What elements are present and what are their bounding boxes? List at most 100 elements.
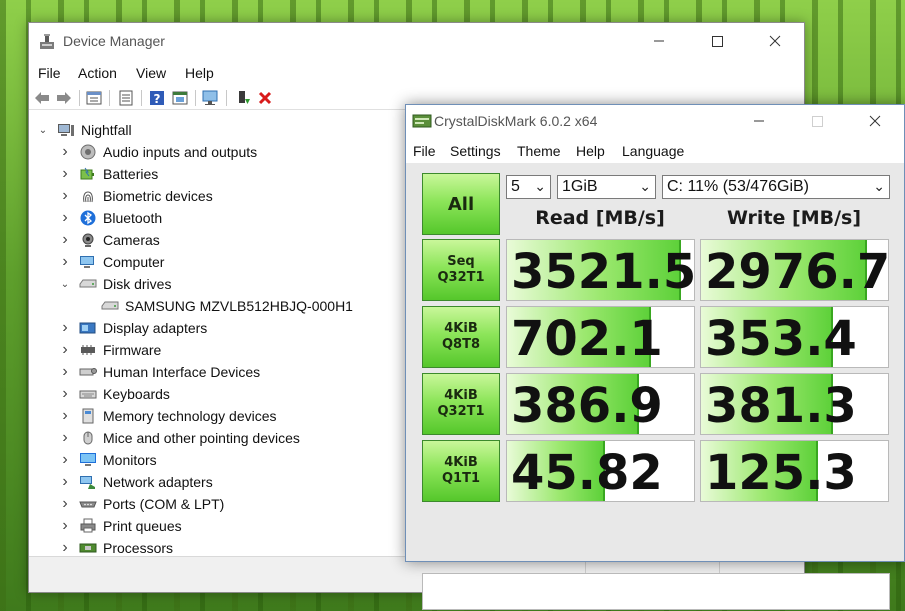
chevron-right-icon[interactable]: › [59,143,71,161]
cdm-menu-file[interactable]: File [413,143,436,159]
maximize-icon [711,35,723,47]
chevron-down-icon[interactable]: ⌄ [37,125,49,136]
test-size-select[interactable]: 1GiB ⌄ [557,175,656,199]
tree-item[interactable]: › Print queues [59,515,182,537]
toolbar-separator [109,90,110,106]
tree-item-label: Computer [103,254,165,270]
cdm-menu-theme[interactable]: Theme [517,143,561,159]
chevron-right-icon[interactable]: › [59,429,71,447]
cdm-menu-settings[interactable]: Settings [450,143,501,159]
chevron-right-icon[interactable]: › [59,187,71,205]
target-drive-select[interactable]: C: 11% (53/476GiB) ⌄ [662,175,890,199]
cdm-minimize-button[interactable] [730,105,788,137]
tree-child-item[interactable]: SAMSUNG MZVLB512HBJQ-000H1 [93,295,353,317]
show-hidden-icon[interactable] [171,89,189,107]
tree-item-label: Biometric devices [103,188,213,204]
test-button[interactable]: 4KiB Q8T8 [422,306,500,368]
cdm-menu-language[interactable]: Language [622,143,684,159]
target-drive-value: C: 11% (53/476GiB) [667,178,809,195]
chevron-right-icon[interactable]: › [59,209,71,227]
tree-item[interactable]: › Bluetooth [59,207,162,229]
tree-item[interactable]: › Memory technology devices [59,405,277,427]
tree-item[interactable]: › Cameras [59,229,159,251]
back-arrow-icon[interactable] [33,89,51,107]
tree-item[interactable]: › Human Interface Devices [59,361,260,383]
test-button[interactable]: 4KiB Q1T1 [422,440,500,502]
uninstall-device-icon[interactable] [256,89,274,107]
chevron-right-icon[interactable]: › [59,451,71,469]
dm-menu-help[interactable]: Help [185,65,214,81]
test-button-line1: Seq [447,254,475,269]
chevron-right-icon[interactable]: › [59,231,71,249]
dm-maximize-button[interactable] [688,23,746,59]
chevron-down-icon[interactable]: ⌄ [59,279,71,290]
cdm-title-bar[interactable]: CrystalDiskMark 6.0.2 x64 [406,105,904,137]
tree-item[interactable]: › Firmware [59,339,161,361]
tree-item[interactable]: › Keyboards [59,383,170,405]
tree-item-label: Memory technology devices [103,408,277,424]
test-button[interactable]: 4KiB Q32T1 [422,373,500,435]
test-button[interactable]: Seq Q32T1 [422,239,500,301]
tree-item[interactable]: › Processors [59,537,173,556]
chevron-right-icon[interactable]: › [59,473,71,491]
chevron-right-icon[interactable]: › [59,253,71,271]
test-size-value: 1GiB [562,178,598,195]
close-icon [869,115,881,127]
tree-item[interactable]: › Computer [59,251,164,273]
dm-menu-action[interactable]: Action [78,65,117,81]
network-icon [79,474,97,490]
properties-icon[interactable] [85,89,103,107]
memory-icon [79,408,97,424]
scan-hardware-icon[interactable] [202,89,220,107]
chip-icon [79,342,97,358]
chevron-right-icon[interactable]: › [59,341,71,359]
tree-item[interactable]: › Network adapters [59,471,212,493]
comment-field[interactable] [422,573,890,610]
dm-menu-bar: File Action View Help [29,61,804,85]
close-icon [769,35,781,47]
crystaldiskmark-app-icon [412,113,432,129]
forward-arrow-icon[interactable] [55,89,73,107]
chevron-right-icon[interactable]: › [59,363,71,381]
chevron-right-icon[interactable]: › [59,385,71,403]
tree-item[interactable]: › Monitors [59,449,156,471]
cdm-menu-bar: File Settings Theme Help Language [406,139,904,161]
tree-item[interactable]: › Display adapters [59,317,207,339]
tree-root-nightfall[interactable]: ⌄ Nightfall [37,119,132,141]
help-icon[interactable]: ? [148,89,166,107]
dm-title-bar[interactable]: Device Manager [29,23,804,61]
cdm-close-button[interactable] [846,105,904,137]
tree-item-label: Processors [103,540,174,556]
tree-item-label: Keyboards [103,386,170,402]
cdm-window-title: CrystalDiskMark 6.0.2 x64 [434,113,598,129]
chevron-right-icon[interactable]: › [59,407,71,425]
tree-item-label: Print queues [103,518,182,534]
write-result-cell: 353.4 [700,306,889,368]
dm-close-button[interactable] [746,23,804,59]
dm-menu-file[interactable]: File [38,65,61,81]
run-all-button[interactable]: All [422,173,500,235]
tree-item[interactable]: ⌄ Disk drives [59,273,172,295]
speaker-icon [79,144,97,160]
tree-item-label: Bluetooth [103,210,163,226]
toolbar-separator [141,90,142,106]
chevron-right-icon[interactable]: › [59,539,71,556]
cdm-menu-help[interactable]: Help [576,143,605,159]
dm-menu-view[interactable]: View [136,65,166,81]
dm-minimize-button[interactable] [630,23,688,59]
tree-item-label: Firmware [103,342,162,358]
tree-item[interactable]: › Biometric devices [59,185,213,207]
enable-device-icon[interactable] [234,89,252,107]
tree-item[interactable]: › Batteries [59,163,158,185]
chevron-right-icon[interactable]: › [59,517,71,535]
disk-drive-icon [79,276,97,292]
test-count-select[interactable]: 5 ⌄ [506,175,551,199]
chevron-right-icon[interactable]: › [59,319,71,337]
tree-item[interactable]: › Mice and other pointing devices [59,427,300,449]
tree-item[interactable]: › Audio inputs and outputs [59,141,257,163]
chevron-right-icon[interactable]: › [59,495,71,513]
update-driver-icon[interactable] [117,89,135,107]
chevron-right-icon[interactable]: › [59,165,71,183]
tree-item[interactable]: › Ports (COM & LPT) [59,493,224,515]
device-manager-app-icon [38,33,56,51]
